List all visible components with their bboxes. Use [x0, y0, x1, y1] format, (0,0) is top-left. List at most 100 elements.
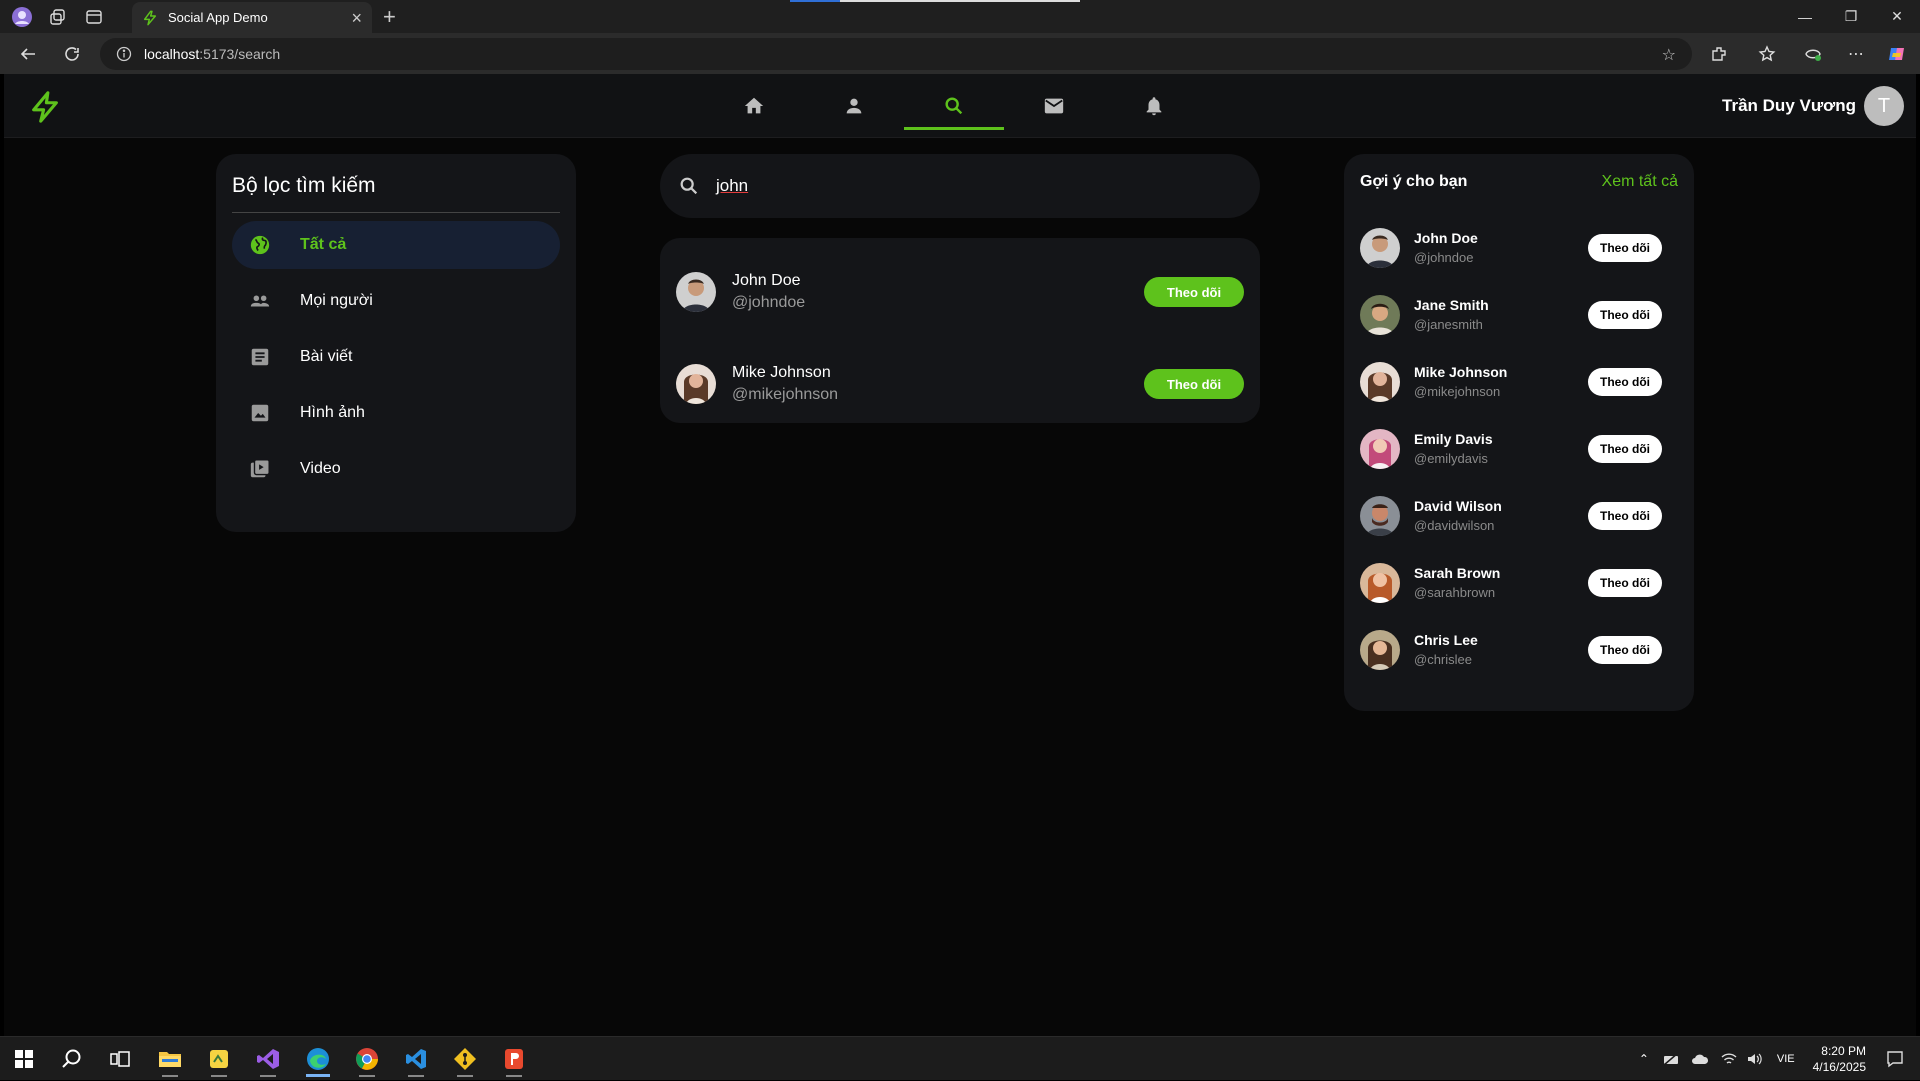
follow-button[interactable]: Theo dõi	[1588, 568, 1662, 597]
filter-item-label: Tất cả	[300, 236, 347, 253]
edge-browser-icon[interactable]	[298, 1041, 338, 1077]
globe-icon	[248, 233, 272, 257]
search-query[interactable]: john	[716, 176, 748, 196]
sticky-app-icon[interactable]	[199, 1041, 239, 1077]
vscode-icon[interactable]	[396, 1041, 436, 1077]
follow-button[interactable]: Theo dõi	[1588, 300, 1662, 329]
workspaces-icon[interactable]	[44, 3, 72, 31]
notifications-icon[interactable]	[1886, 1050, 1904, 1068]
suggestion-name[interactable]: Sarah Brown	[1414, 565, 1588, 581]
onedrive-icon[interactable]	[1691, 1053, 1709, 1065]
avatar[interactable]	[1360, 495, 1400, 536]
browser-tab-strip: Social App Demo × + — ❐ ✕	[0, 0, 1920, 33]
tab-actions-icon[interactable]	[80, 3, 108, 31]
suggestions-panel: Gợi ý cho bạn Xem tất cả John Doe @johndo…	[1344, 154, 1694, 711]
follow-button[interactable]: Theo dõi	[1588, 367, 1662, 396]
result-name[interactable]: John Doe	[732, 272, 1144, 290]
avatar[interactable]	[1360, 294, 1400, 335]
follow-button[interactable]: Theo dõi	[1588, 635, 1662, 664]
main-nav	[704, 74, 1204, 138]
mail-icon	[1044, 98, 1064, 114]
system-tray: ⌃ VIE 8:20 PM 4/16/2025	[1639, 1037, 1920, 1081]
avatar[interactable]	[1360, 629, 1400, 670]
info-icon[interactable]	[116, 46, 132, 62]
chrome-icon[interactable]	[347, 1041, 387, 1077]
new-tab-icon[interactable]: +	[383, 6, 396, 28]
search-taskbar-icon[interactable]	[52, 1041, 92, 1077]
app-logo-icon[interactable]	[28, 90, 62, 124]
suggestion-handle: @sarahbrown	[1414, 585, 1496, 600]
avatar[interactable]	[1360, 562, 1400, 603]
person-icon	[846, 98, 862, 114]
suggestion-name[interactable]: Mike Johnson	[1414, 364, 1588, 380]
suggestion-name[interactable]: Emily Davis	[1414, 431, 1588, 447]
windows-taskbar: ⌃ VIE 8:20 PM 4/16/2025	[0, 1036, 1920, 1080]
list-item: Sarah Brown @sarahbrown Theo dõi	[1360, 549, 1678, 616]
visual-studio-icon[interactable]	[248, 1041, 288, 1077]
avatar[interactable]	[1360, 227, 1400, 268]
refresh-icon[interactable]	[58, 41, 86, 67]
restore-icon[interactable]: ❐	[1828, 0, 1874, 33]
list-item[interactable]: John Doe @johndoe Theo dõi	[660, 246, 1260, 338]
avatar[interactable]	[1360, 361, 1400, 402]
browser-tab-active[interactable]: Social App Demo ×	[132, 2, 372, 33]
search-icon	[945, 97, 963, 115]
suggestion-name[interactable]: Chris Lee	[1414, 632, 1588, 648]
follow-button[interactable]: Theo dõi	[1144, 277, 1244, 307]
close-tab-icon[interactable]: ×	[351, 9, 362, 27]
start-icon[interactable]	[4, 1041, 44, 1077]
nav-search[interactable]	[904, 74, 1004, 138]
url-field[interactable]: localhost:5173/search ☆	[100, 38, 1692, 70]
avatar[interactable]	[676, 272, 716, 312]
copilot-icon[interactable]	[1884, 42, 1910, 66]
follow-button[interactable]: Theo dõi	[1588, 233, 1662, 262]
network-off-icon[interactable]	[1663, 1052, 1679, 1066]
file-explorer-icon[interactable]	[150, 1041, 190, 1077]
filter-item-all[interactable]: Tất cả	[232, 221, 560, 269]
follow-button[interactable]: Theo dõi	[1588, 501, 1662, 530]
avatar[interactable]	[1360, 428, 1400, 469]
video-library-icon	[248, 457, 272, 481]
see-all-link[interactable]: Xem tất cả	[1602, 173, 1678, 191]
nav-profile[interactable]	[804, 74, 904, 138]
url-path: :5173/search	[199, 46, 281, 62]
search-filter-panel: Bộ lọc tìm kiếm Tất cả Mọi người Bài viế…	[216, 154, 576, 532]
back-icon[interactable]	[14, 41, 42, 67]
nav-messages[interactable]	[1004, 74, 1104, 138]
avatar[interactable]	[676, 364, 716, 404]
suggestion-name[interactable]: John Doe	[1414, 230, 1588, 246]
minimize-icon[interactable]: —	[1782, 0, 1828, 33]
filter-item-images[interactable]: Hình ảnh	[232, 389, 560, 437]
filter-panel-title: Bộ lọc tìm kiếm	[232, 170, 560, 213]
follow-button[interactable]: Theo dõi	[1144, 369, 1244, 399]
list-item: David Wilson @davidwilson Theo dõi	[1360, 482, 1678, 549]
filter-item-people[interactable]: Mọi người	[232, 277, 560, 325]
git-tool-icon[interactable]	[445, 1041, 485, 1077]
input-language[interactable]: VIE	[1777, 1053, 1795, 1065]
result-name[interactable]: Mike Johnson	[732, 364, 1144, 382]
task-view-icon[interactable]	[100, 1041, 140, 1077]
suggestion-name[interactable]: David Wilson	[1414, 498, 1588, 514]
nav-notifications[interactable]	[1104, 74, 1204, 138]
current-user-name[interactable]: Trần Duy Vương	[1722, 96, 1856, 116]
follow-button[interactable]: Theo dõi	[1588, 434, 1662, 463]
filter-item-posts[interactable]: Bài viết	[232, 333, 560, 381]
favorite-star-icon[interactable]: ☆	[1662, 45, 1676, 65]
filter-item-label: Video	[300, 460, 341, 477]
nav-home[interactable]	[704, 74, 804, 138]
filter-item-video[interactable]: Video	[232, 445, 560, 493]
volume-icon[interactable]	[1747, 1052, 1763, 1066]
close-window-icon[interactable]: ✕	[1874, 0, 1920, 33]
postman-icon[interactable]	[494, 1041, 534, 1077]
avatar[interactable]: T	[1864, 86, 1904, 126]
suggestion-name[interactable]: Jane Smith	[1414, 297, 1588, 313]
profile-icon[interactable]	[8, 3, 36, 31]
favorites-icon[interactable]	[1754, 42, 1780, 66]
list-item[interactable]: Mike Johnson @mikejohnson Theo dõi	[660, 338, 1260, 430]
wifi-icon[interactable]	[1721, 1052, 1737, 1066]
search-input[interactable]: john	[660, 154, 1260, 218]
chevron-up-icon[interactable]: ⌃	[1639, 1052, 1649, 1066]
extensions-icon[interactable]	[1706, 42, 1732, 66]
browser-essentials-icon[interactable]	[1800, 42, 1826, 66]
more-menu-icon[interactable]: ⋯	[1843, 42, 1869, 66]
